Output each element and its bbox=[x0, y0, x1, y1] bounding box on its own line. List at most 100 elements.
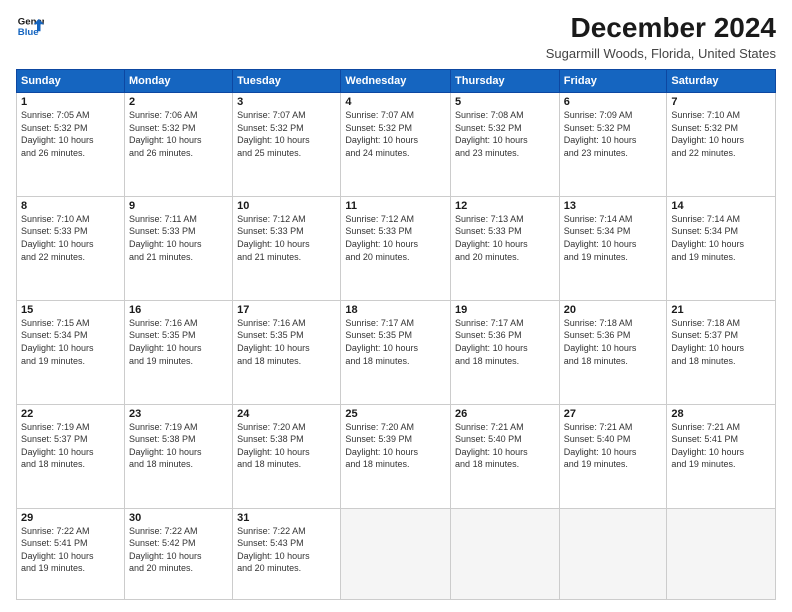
day-number: 9 bbox=[129, 200, 228, 212]
day-detail: Sunrise: 7:22 AMSunset: 5:42 PMDaylight:… bbox=[129, 525, 228, 575]
table-row: 2Sunrise: 7:06 AMSunset: 5:32 PMDaylight… bbox=[124, 93, 232, 197]
header: General Blue December 2024 Sugarmill Woo… bbox=[16, 12, 776, 61]
table-row bbox=[341, 508, 451, 599]
table-row: 28Sunrise: 7:21 AMSunset: 5:41 PMDayligh… bbox=[667, 404, 776, 508]
day-number: 11 bbox=[345, 200, 446, 212]
day-detail: Sunrise: 7:07 AMSunset: 5:32 PMDaylight:… bbox=[237, 109, 336, 159]
day-detail: Sunrise: 7:22 AMSunset: 5:43 PMDaylight:… bbox=[237, 525, 336, 575]
table-row: 6Sunrise: 7:09 AMSunset: 5:32 PMDaylight… bbox=[559, 93, 667, 197]
day-detail: Sunrise: 7:07 AMSunset: 5:32 PMDaylight:… bbox=[345, 109, 446, 159]
day-detail: Sunrise: 7:19 AMSunset: 5:38 PMDaylight:… bbox=[129, 421, 228, 471]
table-row: 4Sunrise: 7:07 AMSunset: 5:32 PMDaylight… bbox=[341, 93, 451, 197]
day-detail: Sunrise: 7:10 AMSunset: 5:33 PMDaylight:… bbox=[21, 213, 120, 263]
table-row: 21Sunrise: 7:18 AMSunset: 5:37 PMDayligh… bbox=[667, 300, 776, 404]
table-row: 29Sunrise: 7:22 AMSunset: 5:41 PMDayligh… bbox=[17, 508, 125, 599]
day-detail: Sunrise: 7:12 AMSunset: 5:33 PMDaylight:… bbox=[237, 213, 336, 263]
table-row: 5Sunrise: 7:08 AMSunset: 5:32 PMDaylight… bbox=[451, 93, 560, 197]
day-number: 14 bbox=[671, 200, 771, 212]
col-thursday: Thursday bbox=[451, 70, 560, 93]
day-detail: Sunrise: 7:11 AMSunset: 5:33 PMDaylight:… bbox=[129, 213, 228, 263]
table-row: 14Sunrise: 7:14 AMSunset: 5:34 PMDayligh… bbox=[667, 196, 776, 300]
day-detail: Sunrise: 7:20 AMSunset: 5:38 PMDaylight:… bbox=[237, 421, 336, 471]
day-detail: Sunrise: 7:18 AMSunset: 5:37 PMDaylight:… bbox=[671, 317, 771, 367]
day-detail: Sunrise: 7:16 AMSunset: 5:35 PMDaylight:… bbox=[129, 317, 228, 367]
col-friday: Friday bbox=[559, 70, 667, 93]
day-number: 18 bbox=[345, 304, 446, 316]
title-block: December 2024 Sugarmill Woods, Florida, … bbox=[546, 12, 776, 61]
table-row: 18Sunrise: 7:17 AMSunset: 5:35 PMDayligh… bbox=[341, 300, 451, 404]
day-number: 6 bbox=[564, 96, 663, 108]
day-detail: Sunrise: 7:06 AMSunset: 5:32 PMDaylight:… bbox=[129, 109, 228, 159]
table-row: 31Sunrise: 7:22 AMSunset: 5:43 PMDayligh… bbox=[233, 508, 341, 599]
col-monday: Monday bbox=[124, 70, 232, 93]
table-row: 16Sunrise: 7:16 AMSunset: 5:35 PMDayligh… bbox=[124, 300, 232, 404]
table-row: 3Sunrise: 7:07 AMSunset: 5:32 PMDaylight… bbox=[233, 93, 341, 197]
table-row: 19Sunrise: 7:17 AMSunset: 5:36 PMDayligh… bbox=[451, 300, 560, 404]
day-detail: Sunrise: 7:14 AMSunset: 5:34 PMDaylight:… bbox=[671, 213, 771, 263]
day-detail: Sunrise: 7:08 AMSunset: 5:32 PMDaylight:… bbox=[455, 109, 555, 159]
table-row: 17Sunrise: 7:16 AMSunset: 5:35 PMDayligh… bbox=[233, 300, 341, 404]
day-detail: Sunrise: 7:21 AMSunset: 5:41 PMDaylight:… bbox=[671, 421, 771, 471]
day-number: 29 bbox=[21, 512, 120, 524]
table-row: 9Sunrise: 7:11 AMSunset: 5:33 PMDaylight… bbox=[124, 196, 232, 300]
day-number: 2 bbox=[129, 96, 228, 108]
col-saturday: Saturday bbox=[667, 70, 776, 93]
day-detail: Sunrise: 7:12 AMSunset: 5:33 PMDaylight:… bbox=[345, 213, 446, 263]
logo: General Blue bbox=[16, 12, 44, 40]
day-number: 19 bbox=[455, 304, 555, 316]
calendar-table: Sunday Monday Tuesday Wednesday Thursday… bbox=[16, 69, 776, 600]
day-detail: Sunrise: 7:20 AMSunset: 5:39 PMDaylight:… bbox=[345, 421, 446, 471]
day-detail: Sunrise: 7:14 AMSunset: 5:34 PMDaylight:… bbox=[564, 213, 663, 263]
day-detail: Sunrise: 7:13 AMSunset: 5:33 PMDaylight:… bbox=[455, 213, 555, 263]
day-number: 5 bbox=[455, 96, 555, 108]
table-row bbox=[559, 508, 667, 599]
day-detail: Sunrise: 7:16 AMSunset: 5:35 PMDaylight:… bbox=[237, 317, 336, 367]
day-detail: Sunrise: 7:21 AMSunset: 5:40 PMDaylight:… bbox=[564, 421, 663, 471]
day-detail: Sunrise: 7:22 AMSunset: 5:41 PMDaylight:… bbox=[21, 525, 120, 575]
day-number: 7 bbox=[671, 96, 771, 108]
col-wednesday: Wednesday bbox=[341, 70, 451, 93]
table-row bbox=[667, 508, 776, 599]
table-row: 26Sunrise: 7:21 AMSunset: 5:40 PMDayligh… bbox=[451, 404, 560, 508]
day-number: 22 bbox=[21, 408, 120, 420]
table-row: 22Sunrise: 7:19 AMSunset: 5:37 PMDayligh… bbox=[17, 404, 125, 508]
table-row: 30Sunrise: 7:22 AMSunset: 5:42 PMDayligh… bbox=[124, 508, 232, 599]
table-row: 13Sunrise: 7:14 AMSunset: 5:34 PMDayligh… bbox=[559, 196, 667, 300]
day-number: 17 bbox=[237, 304, 336, 316]
table-row: 15Sunrise: 7:15 AMSunset: 5:34 PMDayligh… bbox=[17, 300, 125, 404]
day-number: 28 bbox=[671, 408, 771, 420]
table-row bbox=[451, 508, 560, 599]
table-row: 27Sunrise: 7:21 AMSunset: 5:40 PMDayligh… bbox=[559, 404, 667, 508]
header-row: Sunday Monday Tuesday Wednesday Thursday… bbox=[17, 70, 776, 93]
day-detail: Sunrise: 7:18 AMSunset: 5:36 PMDaylight:… bbox=[564, 317, 663, 367]
day-number: 27 bbox=[564, 408, 663, 420]
day-number: 8 bbox=[21, 200, 120, 212]
day-number: 26 bbox=[455, 408, 555, 420]
table-row: 23Sunrise: 7:19 AMSunset: 5:38 PMDayligh… bbox=[124, 404, 232, 508]
day-number: 21 bbox=[671, 304, 771, 316]
day-number: 23 bbox=[129, 408, 228, 420]
logo-icon: General Blue bbox=[16, 12, 44, 40]
day-number: 15 bbox=[21, 304, 120, 316]
day-number: 25 bbox=[345, 408, 446, 420]
table-row: 1Sunrise: 7:05 AMSunset: 5:32 PMDaylight… bbox=[17, 93, 125, 197]
day-detail: Sunrise: 7:17 AMSunset: 5:36 PMDaylight:… bbox=[455, 317, 555, 367]
day-number: 10 bbox=[237, 200, 336, 212]
table-row: 7Sunrise: 7:10 AMSunset: 5:32 PMDaylight… bbox=[667, 93, 776, 197]
day-detail: Sunrise: 7:15 AMSunset: 5:34 PMDaylight:… bbox=[21, 317, 120, 367]
day-number: 31 bbox=[237, 512, 336, 524]
month-title: December 2024 bbox=[546, 12, 776, 44]
table-row: 24Sunrise: 7:20 AMSunset: 5:38 PMDayligh… bbox=[233, 404, 341, 508]
table-row: 10Sunrise: 7:12 AMSunset: 5:33 PMDayligh… bbox=[233, 196, 341, 300]
day-number: 20 bbox=[564, 304, 663, 316]
day-number: 3 bbox=[237, 96, 336, 108]
day-detail: Sunrise: 7:19 AMSunset: 5:37 PMDaylight:… bbox=[21, 421, 120, 471]
day-number: 12 bbox=[455, 200, 555, 212]
table-row: 11Sunrise: 7:12 AMSunset: 5:33 PMDayligh… bbox=[341, 196, 451, 300]
table-row: 20Sunrise: 7:18 AMSunset: 5:36 PMDayligh… bbox=[559, 300, 667, 404]
day-number: 13 bbox=[564, 200, 663, 212]
day-number: 30 bbox=[129, 512, 228, 524]
page: General Blue December 2024 Sugarmill Woo… bbox=[0, 0, 792, 612]
col-tuesday: Tuesday bbox=[233, 70, 341, 93]
location: Sugarmill Woods, Florida, United States bbox=[546, 46, 776, 61]
